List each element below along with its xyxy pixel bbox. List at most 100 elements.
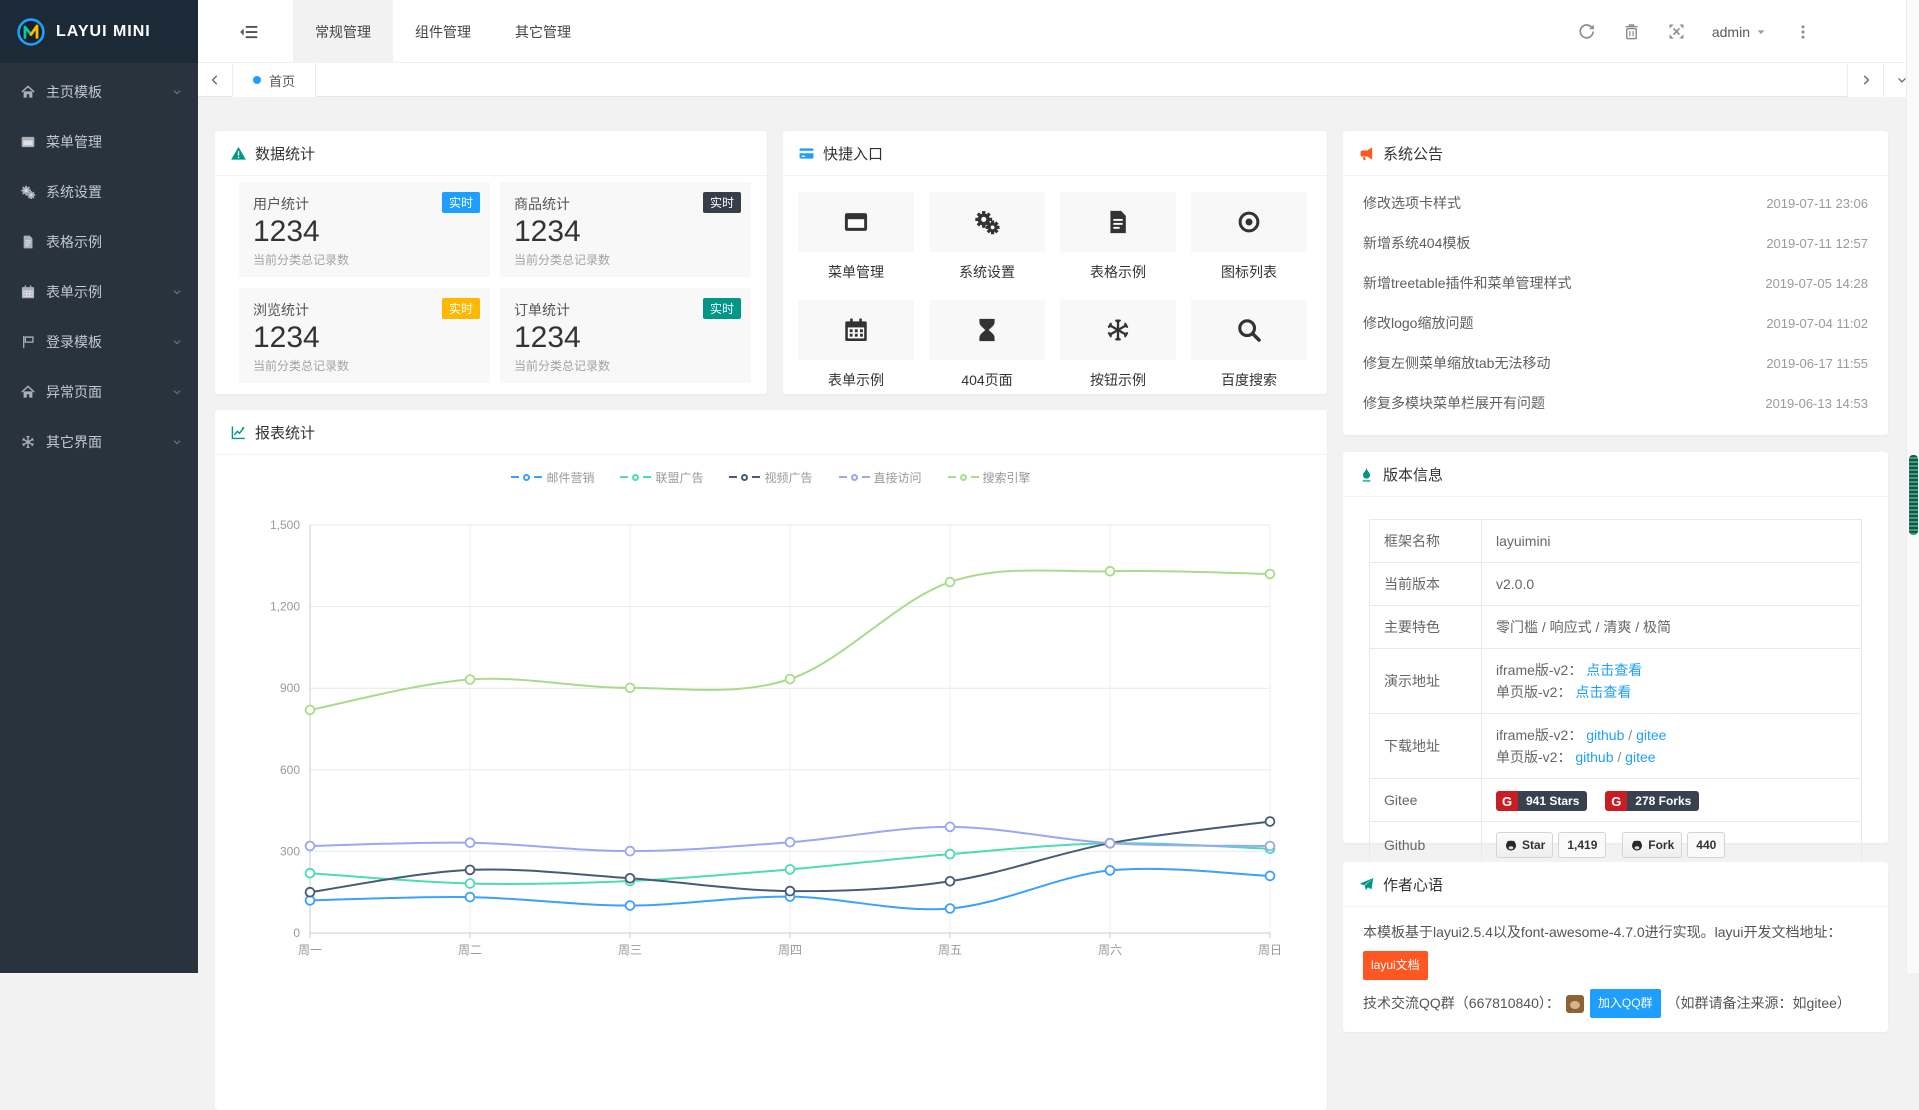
file-icon [20, 234, 36, 250]
user-menu[interactable]: admin [1712, 24, 1768, 40]
report-statistics-header: 报表统计 [215, 410, 1327, 455]
notice-item[interactable]: 修改logo缩放问题 2019-07-04 11:02 [1363, 303, 1868, 343]
data-point [466, 893, 475, 902]
legend-item-联盟广告[interactable]: 联盟广告 [620, 469, 703, 485]
data-point [306, 706, 315, 715]
github-Fork-button[interactable]: Fork [1622, 832, 1682, 858]
chevron-down-icon [170, 85, 184, 99]
data-point [1266, 817, 1275, 826]
sidebar-item-主页模板[interactable]: 主页模板 [0, 67, 198, 117]
notice-date: 2019-07-05 14:28 [1765, 276, 1868, 291]
quick-entry-按钮示例[interactable]: 按钮示例 [1060, 300, 1176, 390]
quick-entry-表格示例[interactable]: 表格示例 [1060, 192, 1176, 282]
file-icon [1104, 208, 1132, 236]
notice-item[interactable]: 新增treetable插件和菜单管理样式 2019-07-05 14:28 [1363, 263, 1868, 303]
quick-entry-百度搜索[interactable]: 百度搜索 [1191, 300, 1307, 390]
header-actions: admin [1577, 0, 1812, 63]
github-count[interactable]: 440 [1687, 832, 1725, 858]
gitee-badges-cell: G 941 Stars G 278 Forks [1482, 779, 1862, 822]
sidebar-item-菜单管理[interactable]: 菜单管理 [0, 117, 198, 167]
legend-item-视频广告[interactable]: 视频广告 [729, 469, 812, 485]
sidebar-item-label: 主页模板 [46, 82, 170, 102]
sidebar-menu: 主页模板 菜单管理 系统设置 表格示例 表单示例 登录模板 异常页面 其它界面 [0, 63, 198, 467]
tab-home[interactable]: 首页 [233, 63, 316, 97]
notice-item[interactable]: 修改选项卡样式 2019-07-11 23:06 [1363, 183, 1868, 223]
quick-entry-表单示例[interactable]: 表单示例 [798, 300, 914, 390]
tab-scroll-left-button[interactable] [198, 63, 233, 97]
credit-card-icon [798, 145, 815, 162]
notice-item[interactable]: 修复多模块菜单栏展开有问题 2019-06-13 14:53 [1363, 383, 1868, 423]
sidebar-item-系统设置[interactable]: 系统设置 [0, 167, 198, 217]
legend-item-直接访问[interactable]: 直接访问 [839, 469, 922, 485]
sidebar-item-label: 菜单管理 [46, 132, 184, 152]
quick-tile [798, 192, 914, 252]
qq-emoji-icon [1566, 995, 1584, 1013]
legend-line-icon [534, 476, 542, 478]
clear-cache-icon[interactable] [1622, 22, 1641, 41]
svg-text:周六: 周六 [1098, 943, 1122, 957]
logo[interactable]: LAYUI MINI [0, 0, 198, 63]
data-point [466, 866, 475, 875]
legend-item-邮件营销[interactable]: 邮件营销 [511, 469, 594, 485]
fullscreen-icon[interactable] [1667, 22, 1686, 41]
version-row-label: 主要特色 [1370, 606, 1482, 649]
join-qq-group-badge[interactable]: 加入QQ群 [1590, 989, 1661, 1018]
svg-text:周二: 周二 [458, 943, 482, 957]
quick-tile [1060, 300, 1176, 360]
layui-doc-badge[interactable]: layui文档 [1363, 951, 1428, 980]
module-tab-常规管理[interactable]: 常规管理 [293, 0, 393, 63]
link-github[interactable]: github [1586, 727, 1624, 743]
data-point [946, 850, 955, 859]
github-Star-button[interactable]: Star [1496, 832, 1553, 858]
stat-caption: 当前分类总记录数 [514, 357, 737, 374]
sidebar-item-其它界面[interactable]: 其它界面 [0, 417, 198, 467]
quick-entry-菜单管理[interactable]: 菜单管理 [798, 192, 914, 282]
link-github[interactable]: github [1575, 749, 1613, 765]
link-gitee[interactable]: gitee [1636, 727, 1666, 743]
notice-item[interactable]: 新增系统404模板 2019-07-11 12:57 [1363, 223, 1868, 263]
sidebar-item-登录模板[interactable]: 登录模板 [0, 317, 198, 367]
module-tab-其它管理[interactable]: 其它管理 [493, 0, 593, 63]
module-tab-组件管理[interactable]: 组件管理 [393, 0, 493, 63]
quick-entry-404页面[interactable]: 404页面 [929, 300, 1045, 390]
gitee-badge[interactable]: G 278 Forks [1605, 791, 1699, 811]
notice-text: 新增系统404模板 [1363, 233, 1470, 253]
quick-entry-label: 百度搜索 [1191, 370, 1307, 390]
quick-tile [929, 192, 1045, 252]
sidebar-item-label: 登录模板 [46, 332, 170, 352]
gitee-badge[interactable]: G 941 Stars [1496, 791, 1587, 811]
stats-grid: 用户统计 1234 当前分类总记录数 实时商品统计 1234 当前分类总记录数 … [215, 176, 767, 383]
link-line: iframe版-v2： github / gitee [1496, 727, 1666, 743]
svg-text:周五: 周五 [938, 943, 962, 957]
data-point [1106, 567, 1115, 576]
quick-entry-系统设置[interactable]: 系统设置 [929, 192, 1045, 282]
refresh-icon[interactable] [1577, 22, 1596, 41]
github-count[interactable]: 1,419 [1558, 832, 1606, 858]
collapse-sidebar-button[interactable] [238, 21, 260, 43]
data-point [1266, 872, 1275, 881]
notice-list: 修改选项卡样式 2019-07-11 23:06新增系统404模板 2019-0… [1343, 176, 1888, 423]
data-statistics-card: 数据统计 用户统计 1234 当前分类总记录数 实时商品统计 1234 当前分类… [215, 131, 767, 394]
more-menu-icon[interactable] [1794, 23, 1812, 41]
quick-entry-label: 表单示例 [798, 370, 914, 390]
sidebar-item-表格示例[interactable]: 表格示例 [0, 217, 198, 267]
legend-line-icon [620, 476, 628, 478]
sidebar-item-表单示例[interactable]: 表单示例 [0, 267, 198, 317]
notice-item[interactable]: 修复左侧菜单缩放tab无法移动 2019-06-17 11:55 [1363, 343, 1868, 383]
version-row-label: 演示地址 [1370, 649, 1482, 714]
link-点击查看[interactable]: 点击查看 [1575, 684, 1631, 700]
version-row-links: iframe版-v2： github / gitee单页版-v2： github… [1482, 714, 1862, 779]
bullhorn-icon [1358, 145, 1375, 162]
sidebar-item-异常页面[interactable]: 异常页面 [0, 367, 198, 417]
legend-line-icon [839, 476, 847, 478]
quick-entry-图标列表[interactable]: 图标列表 [1191, 192, 1307, 282]
data-point [626, 847, 635, 856]
link-gitee[interactable]: gitee [1625, 749, 1655, 765]
stat-box-商品统计: 商品统计 1234 当前分类总记录数 实时 [500, 182, 751, 277]
notice-text: 修复左侧菜单缩放tab无法移动 [1363, 353, 1550, 373]
legend-item-搜索引擎[interactable]: 搜索引擎 [948, 469, 1031, 485]
scrollbar-thumb[interactable] [1909, 455, 1918, 535]
data-point [786, 865, 795, 874]
tab-scroll-right-button[interactable] [1847, 63, 1883, 97]
link-点击查看[interactable]: 点击查看 [1586, 662, 1642, 678]
